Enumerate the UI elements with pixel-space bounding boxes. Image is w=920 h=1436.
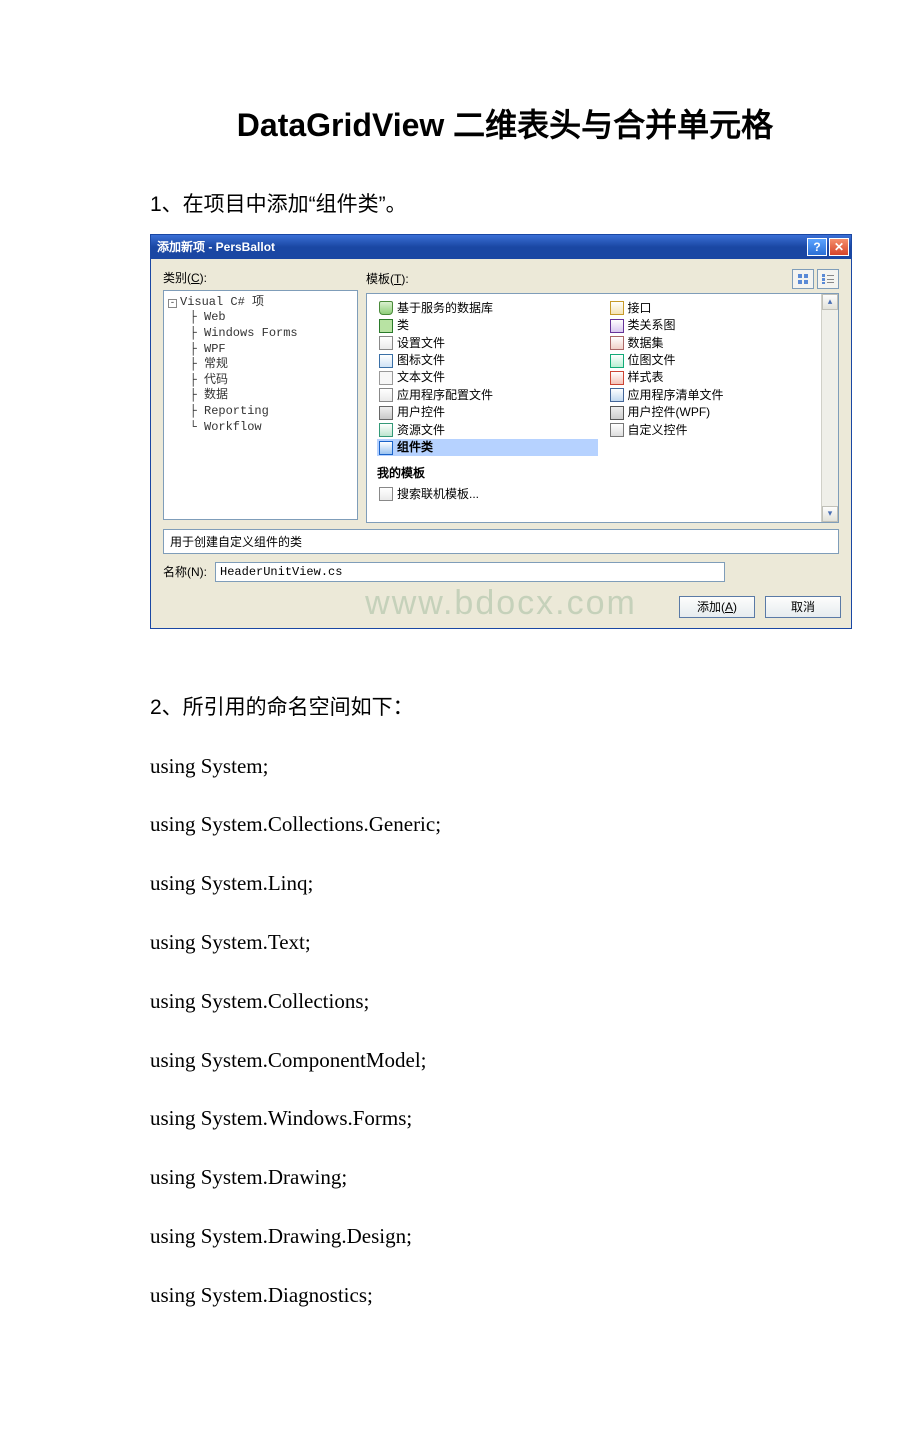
template-label: 设置文件 (397, 335, 445, 352)
add-button[interactable]: 添加(A) (679, 596, 755, 618)
tree-root[interactable]: -Visual C# 项 (168, 295, 353, 311)
templates-scrollbar[interactable]: ▴ ▾ (821, 294, 838, 522)
template-item[interactable]: 文本文件 (377, 369, 598, 386)
template-label: 基于服务的数据库 (397, 300, 493, 317)
template-label: 样式表 (628, 369, 664, 386)
scroll-track[interactable] (822, 310, 838, 506)
template-item[interactable]: 自定义控件 (608, 422, 829, 439)
template-label: 数据集 (628, 335, 664, 352)
txt-icon (379, 371, 393, 385)
view-large-icons-button[interactable] (792, 269, 814, 289)
template-label: 组件类 (397, 439, 433, 456)
template-item[interactable]: 用户控件 (377, 404, 598, 421)
search-online-templates[interactable]: 搜索联机模板... (377, 485, 828, 502)
code-line: using System.Linq; (150, 865, 860, 903)
view-list-button[interactable] (817, 269, 839, 289)
man-icon (610, 388, 624, 402)
code-line: using System.Collections.Generic; (150, 806, 860, 844)
scroll-down-button[interactable]: ▾ (822, 506, 838, 522)
comp-icon (379, 441, 393, 455)
step-2: 2、所引用的命名空间如下： (150, 689, 860, 727)
tree-child[interactable]: ├ 代码 (168, 373, 353, 389)
template-item[interactable]: 数据集 (608, 335, 829, 352)
scroll-up-button[interactable]: ▴ (822, 294, 838, 310)
template-item[interactable]: 类 (377, 317, 598, 334)
code-line: using System.ComponentModel; (150, 1042, 860, 1080)
cust-icon (610, 423, 624, 437)
icon-icon (379, 354, 393, 368)
dialog-titlebar: 添加新项 - PersBallot ? ✕ (151, 235, 851, 259)
help-button[interactable]: ? (807, 238, 827, 256)
template-label: 用户控件 (397, 404, 445, 421)
template-item[interactable]: 基于服务的数据库 (377, 300, 598, 317)
dialog-title: 添加新项 - PersBallot (157, 238, 807, 255)
diag-icon (610, 319, 624, 333)
close-button[interactable]: ✕ (829, 238, 849, 256)
template-label: 自定义控件 (628, 422, 688, 439)
template-item[interactable]: 设置文件 (377, 335, 598, 352)
template-label: 类 (397, 317, 409, 334)
tree-child[interactable]: ├ Windows Forms (168, 326, 353, 342)
template-label: 资源文件 (397, 422, 445, 439)
template-label: 类关系图 (628, 317, 676, 334)
tree-child[interactable]: ├ 数据 (168, 388, 353, 404)
template-label: 应用程序清单文件 (628, 387, 724, 404)
template-description: 用于创建自定义组件的类 (163, 529, 839, 554)
template-item[interactable]: 组件类 (377, 439, 598, 456)
template-item[interactable]: 应用程序配置文件 (377, 387, 598, 404)
template-item[interactable]: 位图文件 (608, 352, 829, 369)
file-icon (379, 336, 393, 350)
template-label: 图标文件 (397, 352, 445, 369)
template-item[interactable]: 接口 (608, 300, 829, 317)
code-line: using System.Windows.Forms; (150, 1100, 860, 1138)
template-item[interactable]: 资源文件 (377, 422, 598, 439)
code-line: using System.Diagnostics; (150, 1277, 860, 1315)
article-title: DataGridView 二维表头与合并单元格 (150, 100, 860, 146)
name-input[interactable] (215, 562, 725, 582)
add-new-item-dialog: 添加新项 - PersBallot ? ✕ 类别(C): -Visual C# … (150, 234, 852, 629)
tree-child[interactable]: ├ WPF (168, 342, 353, 358)
search-icon (379, 487, 393, 501)
cls-icon (379, 319, 393, 333)
category-tree[interactable]: -Visual C# 项 ├ Web ├ Windows Forms ├ WPF… (163, 290, 358, 520)
bmp-icon (610, 354, 624, 368)
iface-icon (610, 301, 624, 315)
step-1: 1、在项目中添加“组件类”。 (150, 186, 860, 224)
code-line: using System.Text; (150, 924, 860, 962)
collapse-icon[interactable]: - (168, 299, 177, 308)
template-item[interactable]: 样式表 (608, 369, 829, 386)
tree-child[interactable]: ├ Reporting (168, 404, 353, 420)
wpf-icon (610, 406, 624, 420)
code-line: using System.Collections; (150, 983, 860, 1021)
res-icon (379, 423, 393, 437)
ds-icon (610, 336, 624, 350)
template-item[interactable]: 用户控件(WPF) (608, 404, 829, 421)
template-label: 应用程序配置文件 (397, 387, 493, 404)
cancel-button[interactable]: 取消 (765, 596, 841, 618)
code-line: using System.Drawing; (150, 1159, 860, 1197)
db-icon (379, 301, 393, 315)
template-label: 接口 (628, 300, 652, 317)
ctrl-icon (379, 406, 393, 420)
template-item[interactable]: 图标文件 (377, 352, 598, 369)
templates-label: 模板(T): (366, 270, 792, 287)
code-line: using System.Drawing.Design; (150, 1218, 860, 1256)
name-label: 名称(N): (163, 563, 207, 580)
file-icon (379, 388, 393, 402)
sty-icon (610, 371, 624, 385)
code-line: using System; (150, 748, 860, 786)
template-label: 文本文件 (397, 369, 445, 386)
tree-child[interactable]: ├ 常规 (168, 357, 353, 373)
templates-list[interactable]: 基于服务的数据库类设置文件图标文件文本文件应用程序配置文件用户控件资源文件组件类… (366, 293, 839, 523)
category-label: 类别(C): (163, 269, 358, 286)
template-item[interactable]: 应用程序清单文件 (608, 387, 829, 404)
tree-child[interactable]: ├ Web (168, 310, 353, 326)
template-item[interactable]: 类关系图 (608, 317, 829, 334)
template-label: 位图文件 (628, 352, 676, 369)
tree-child[interactable]: └ Workflow (168, 420, 353, 436)
template-label: 用户控件(WPF) (628, 404, 711, 421)
my-templates-heading: 我的模板 (367, 464, 838, 481)
